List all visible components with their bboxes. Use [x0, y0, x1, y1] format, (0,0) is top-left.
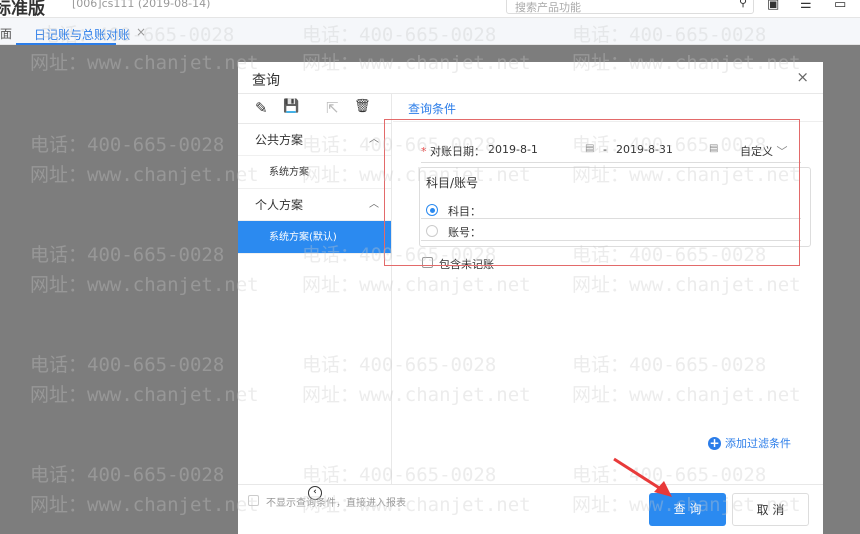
tab-home[interactable]: 面 [0, 25, 12, 42]
close-icon[interactable]: × [796, 68, 809, 86]
scheme-toolbar: ✎ 💾 ⇱ 🗑 [238, 94, 391, 124]
watermark-text: 电话：400-665-0028 [30, 464, 225, 486]
search-icon[interactable]: ⚲ [739, 0, 747, 9]
group-label: 公共方案 [255, 133, 304, 147]
edit-icon[interactable]: ✎ [255, 99, 268, 117]
product-name: 标准版 [0, 0, 45, 19]
divider [238, 484, 823, 485]
message-icon[interactable]: ▭ [834, 0, 846, 12]
delete-icon[interactable]: 🗑 [354, 99, 371, 114]
dialog-title: 查询 [252, 73, 280, 89]
query-dialog: 查询 × ✎ 💾 ⇱ 🗑 公共方案 ︿ 系统方案 个人方案 ︿ 系统方案(默认) ‹… [238, 62, 823, 534]
calculator-icon[interactable]: ▣ [767, 0, 779, 12]
highlight-box [384, 119, 800, 266]
watermark-text: 电话：400-665-0028 [30, 134, 225, 156]
chevron-up-icon[interactable]: ︿ [369, 189, 379, 221]
annotation-arrow-icon [613, 457, 672, 497]
search-placeholder: 搜索产品功能 [515, 1, 581, 14]
tab-query-conditions[interactable]: 查询条件 [408, 100, 456, 117]
watermark-text: 网址：www.chanjet.net [30, 52, 259, 74]
tab-journal-reconciliation[interactable]: 日记账与总账对账 × [16, 18, 146, 45]
list-icon[interactable]: ☰ [800, 0, 812, 12]
export-icon[interactable]: ⇱ [326, 99, 339, 117]
watermark-text: 网址：www.chanjet.net [30, 494, 259, 516]
group-personal[interactable]: 个人方案 ︿ [238, 189, 391, 221]
save-icon[interactable]: 💾 [283, 99, 299, 114]
close-tab-icon[interactable]: × [136, 25, 146, 39]
add-filter-button[interactable]: + 添加过滤条件 [708, 435, 791, 451]
chevron-up-icon[interactable]: ︿ [369, 124, 379, 156]
skip-conditions-label: 不显示查询条件，直接进入报表 [266, 498, 406, 509]
plus-circle-icon: + [708, 436, 721, 450]
account-info: [006]cs111 (2019-08-14) [72, 0, 211, 10]
tab-bar: 面 日记账与总账对账 × [0, 18, 860, 45]
skip-conditions-checkbox[interactable] [248, 495, 259, 506]
watermark-text: 网址：www.chanjet.net [30, 274, 259, 296]
search-input[interactable]: 搜索产品功能 ⚲ [506, 0, 754, 14]
cancel-button[interactable]: 取 消 [732, 493, 809, 526]
watermark-text: 网址：www.chanjet.net [30, 164, 259, 186]
watermark-text: 网址：www.chanjet.net [30, 384, 259, 406]
scheme-item[interactable]: 系统方案 [238, 156, 391, 189]
condition-panel: 查询条件 * 对账日期： 2019-8-1 ▤ - 2019-8-31 ▤ 自定… [384, 94, 823, 484]
scheme-item-selected[interactable]: 系统方案(默认) [238, 221, 391, 254]
scheme-panel: ✎ 💾 ⇱ 🗑 公共方案 ︿ 系统方案 个人方案 ︿ 系统方案(默认) ‹ [238, 94, 392, 500]
top-header: 标准版 [006]cs111 (2019-08-14) 搜索产品功能 ⚲ ▣ ☰ … [0, 0, 860, 19]
group-public[interactable]: 公共方案 ︿ [238, 124, 391, 156]
watermark-text: 电话：400-665-0028 [30, 244, 225, 266]
tab-label: 日记账与总账对账 [34, 28, 131, 42]
add-filter-label: 添加过滤条件 [725, 437, 791, 450]
watermark-text: 电话：400-665-0028 [30, 354, 225, 376]
group-label: 个人方案 [255, 198, 304, 212]
